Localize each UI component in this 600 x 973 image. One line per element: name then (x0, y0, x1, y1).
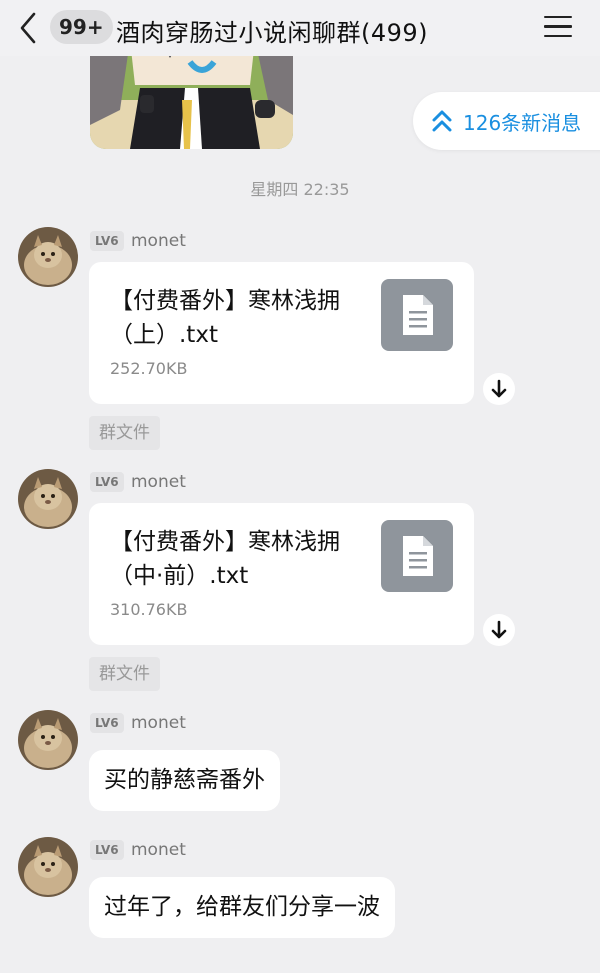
hamburger-menu-icon[interactable] (544, 16, 572, 38)
new-messages-label: 126条新消息 (463, 111, 582, 135)
file-message-card[interactable]: 【付费番外】寒林浅拥（上）.txt 252.70KB (89, 262, 474, 404)
file-name: 【付费番外】寒林浅拥（上）.txt (110, 288, 340, 348)
download-icon[interactable] (483, 373, 515, 405)
sender-name[interactable]: monet (131, 231, 186, 251)
level-badge: LV6 (90, 840, 124, 860)
sender-name[interactable]: monet (131, 713, 186, 733)
text-message-bubble[interactable]: 买的静慈斋番外 (89, 750, 280, 811)
chat-title[interactable]: 酒肉穿肠过小说闲聊群(499) (116, 13, 428, 48)
file-size: 310.76KB (110, 600, 188, 619)
group-file-tag[interactable]: 群文件 (89, 416, 160, 450)
time-divider: 星期四 22:35 (250, 180, 350, 199)
level-badge: LV6 (90, 713, 124, 733)
chat-header: 99+ 酒肉穿肠过小说闲聊群(499) (0, 0, 600, 56)
avatar[interactable] (18, 710, 78, 770)
unread-count-badge[interactable]: 99+ (50, 10, 113, 44)
sender-name[interactable]: monet (131, 840, 186, 860)
group-file-tag[interactable]: 群文件 (89, 657, 160, 691)
avatar[interactable] (18, 469, 78, 529)
double-chevron-up-icon (431, 109, 453, 133)
level-badge: LV6 (90, 472, 124, 492)
sticker-image[interactable] (90, 40, 293, 149)
text-message-bubble[interactable]: 过年了，给群友们分享一波 (89, 877, 395, 938)
file-name: 【付费番外】寒林浅拥（中·前）.txt (110, 529, 340, 589)
avatar[interactable] (18, 837, 78, 897)
download-icon[interactable] (483, 614, 515, 646)
new-messages-button[interactable]: 126条新消息 (413, 92, 600, 150)
document-icon (381, 520, 453, 592)
file-message-card[interactable]: 【付费番外】寒林浅拥（中·前）.txt 310.76KB (89, 503, 474, 645)
level-badge: LV6 (90, 231, 124, 251)
chevron-left-icon[interactable] (14, 10, 44, 46)
sender-name[interactable]: monet (131, 472, 186, 492)
document-icon (381, 279, 453, 351)
file-size: 252.70KB (110, 359, 188, 378)
avatar[interactable] (18, 227, 78, 287)
